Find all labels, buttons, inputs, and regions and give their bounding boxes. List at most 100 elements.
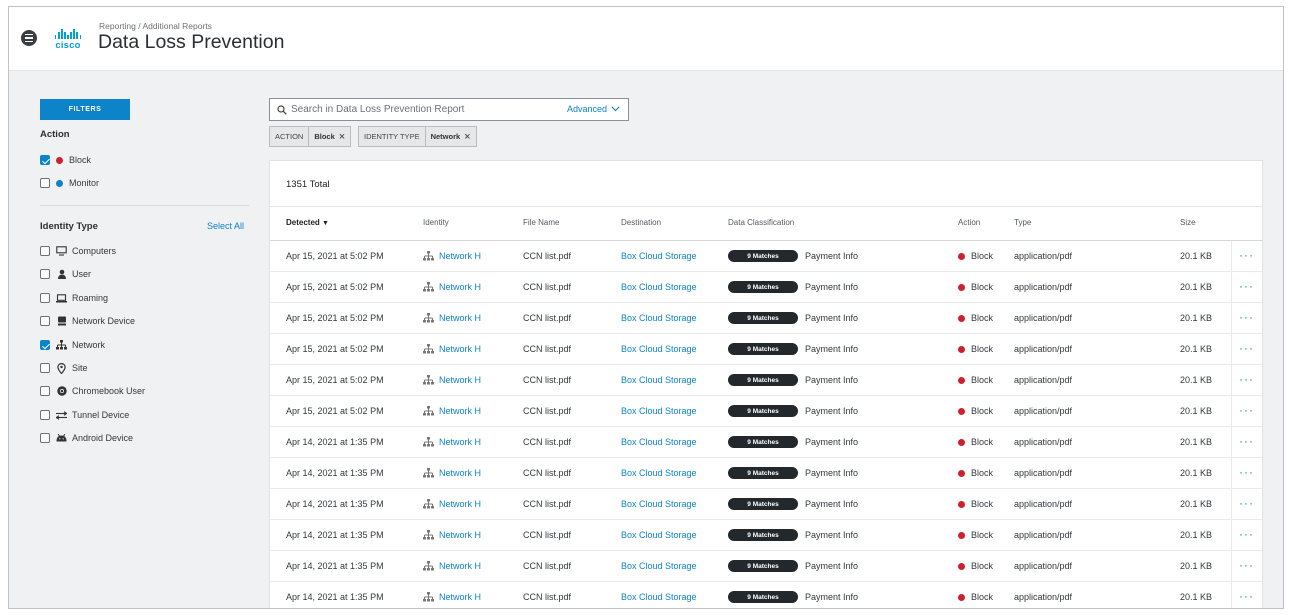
matches-badge[interactable]: 9 Matches bbox=[728, 436, 798, 448]
column-header-size[interactable]: Size bbox=[1180, 218, 1196, 227]
cell-identity-link[interactable]: Network H bbox=[423, 344, 481, 354]
cell-identity-link[interactable]: Network H bbox=[423, 282, 481, 292]
checkbox[interactable] bbox=[40, 316, 50, 326]
cell-destination-link[interactable]: Box Cloud Storage bbox=[621, 282, 697, 292]
hamburger-menu-icon[interactable] bbox=[21, 30, 37, 46]
close-icon[interactable]: × bbox=[464, 127, 475, 146]
identity-filter-android-device[interactable]: Android Device bbox=[40, 431, 133, 445]
checkbox[interactable] bbox=[40, 293, 50, 303]
matches-badge[interactable]: 9 Matches bbox=[728, 405, 798, 417]
checkbox[interactable] bbox=[40, 246, 50, 256]
cell-identity-link[interactable]: Network H bbox=[423, 592, 481, 602]
table-row[interactable]: Apr 15, 2021 at 5:02 PM Network H CCN list… bbox=[270, 334, 1262, 365]
table-row[interactable]: Apr 14, 2021 at 1:35 PM Network H CCN list… bbox=[270, 458, 1262, 489]
matches-badge[interactable]: 9 Matches bbox=[728, 560, 798, 572]
more-options-icon[interactable]: ··· bbox=[1239, 465, 1254, 479]
cell-identity-link[interactable]: Network H bbox=[423, 437, 481, 447]
cell-destination-link[interactable]: Box Cloud Storage bbox=[621, 530, 697, 540]
cell-destination-link[interactable]: Box Cloud Storage bbox=[621, 561, 697, 571]
more-options-icon[interactable]: ··· bbox=[1239, 248, 1254, 262]
more-options-icon[interactable]: ··· bbox=[1239, 403, 1254, 417]
matches-badge[interactable]: 9 Matches bbox=[728, 281, 798, 293]
checkbox[interactable] bbox=[40, 155, 50, 165]
identity-filter-network-device[interactable]: Network Device bbox=[40, 314, 135, 328]
filters-button[interactable]: FILTERS bbox=[40, 99, 130, 120]
table-row[interactable]: Apr 15, 2021 at 5:02 PM Network H CCN list… bbox=[270, 365, 1262, 396]
matches-badge[interactable]: 9 Matches bbox=[728, 312, 798, 324]
matches-badge[interactable]: 9 Matches bbox=[728, 529, 798, 541]
more-options-icon[interactable]: ··· bbox=[1239, 372, 1254, 386]
action-filter-block[interactable]: Block bbox=[40, 153, 91, 167]
search-input[interactable] bbox=[291, 104, 551, 115]
cell-identity-link[interactable]: Network H bbox=[423, 406, 481, 416]
checkbox[interactable] bbox=[40, 269, 50, 279]
table-row[interactable]: Apr 15, 2021 at 5:02 PM Network H CCN list… bbox=[270, 303, 1262, 334]
identity-filter-roaming[interactable]: Roaming bbox=[40, 291, 108, 305]
search-bar[interactable]: Advanced bbox=[269, 98, 629, 121]
cell-destination-link[interactable]: Box Cloud Storage bbox=[621, 251, 697, 261]
more-options-icon[interactable]: ··· bbox=[1239, 527, 1254, 541]
matches-badge[interactable]: 9 Matches bbox=[728, 250, 798, 262]
table-row[interactable]: Apr 14, 2021 at 1:35 PM Network H CCN list… bbox=[270, 582, 1262, 608]
column-header-identity[interactable]: Identity bbox=[423, 218, 449, 227]
cell-destination-link[interactable]: Box Cloud Storage bbox=[621, 437, 697, 447]
advanced-search-toggle[interactable]: Advanced bbox=[567, 104, 620, 114]
column-header-file-name[interactable]: File Name bbox=[523, 218, 559, 227]
cell-identity-link[interactable]: Network H bbox=[423, 251, 481, 261]
action-filter-monitor[interactable]: Monitor bbox=[40, 176, 99, 190]
checkbox[interactable] bbox=[40, 386, 50, 396]
identity-filter-chromebook-user[interactable]: Chromebook User bbox=[40, 384, 145, 398]
column-header-action[interactable]: Action bbox=[958, 218, 980, 227]
cell-identity-link[interactable]: Network H bbox=[423, 561, 481, 571]
table-row[interactable]: Apr 14, 2021 at 1:35 PM Network H CCN list… bbox=[270, 427, 1262, 458]
matches-badge[interactable]: 9 Matches bbox=[728, 591, 798, 603]
cell-destination-link[interactable]: Box Cloud Storage bbox=[621, 499, 697, 509]
cell-destination-link[interactable]: Box Cloud Storage bbox=[621, 592, 697, 602]
close-icon[interactable]: × bbox=[339, 127, 350, 146]
more-options-icon[interactable]: ··· bbox=[1239, 496, 1254, 510]
cell-destination-link[interactable]: Box Cloud Storage bbox=[621, 344, 697, 354]
classification-label: Payment Info bbox=[805, 561, 859, 571]
table-row[interactable]: Apr 15, 2021 at 5:02 PM Network H CCN list… bbox=[270, 272, 1262, 303]
select-all-link[interactable]: Select All bbox=[207, 221, 244, 231]
cell-identity-link[interactable]: Network H bbox=[423, 313, 481, 323]
identity-filter-network[interactable]: Network bbox=[40, 338, 105, 352]
more-options-icon[interactable]: ··· bbox=[1239, 279, 1254, 293]
table-row[interactable]: Apr 15, 2021 at 5:02 PM Network H CCN list… bbox=[270, 241, 1262, 272]
cell-destination-link[interactable]: Box Cloud Storage bbox=[621, 406, 697, 416]
cell-destination-link[interactable]: Box Cloud Storage bbox=[621, 313, 697, 323]
identity-filter-user[interactable]: User bbox=[40, 267, 91, 281]
matches-badge[interactable]: 9 Matches bbox=[728, 374, 798, 386]
matches-badge[interactable]: 9 Matches bbox=[728, 498, 798, 510]
checkbox[interactable] bbox=[40, 410, 50, 420]
breadcrumb[interactable]: Reporting / Additional Reports bbox=[99, 21, 212, 31]
cell-identity-link[interactable]: Network H bbox=[423, 499, 481, 509]
matches-badge[interactable]: 9 Matches bbox=[728, 343, 798, 355]
more-options-icon[interactable]: ··· bbox=[1239, 589, 1254, 603]
table-row[interactable]: Apr 15, 2021 at 5:02 PM Network H CCN list… bbox=[270, 396, 1262, 427]
matches-badge[interactable]: 9 Matches bbox=[728, 467, 798, 479]
cell-destination-link[interactable]: Box Cloud Storage bbox=[621, 468, 697, 478]
identity-filter-tunnel-device[interactable]: Tunnel Device bbox=[40, 408, 129, 422]
table-row[interactable]: Apr 14, 2021 at 1:35 PM Network H CCN list… bbox=[270, 489, 1262, 520]
checkbox[interactable] bbox=[40, 363, 50, 373]
more-options-icon[interactable]: ··· bbox=[1239, 558, 1254, 572]
cell-destination-link[interactable]: Box Cloud Storage bbox=[621, 375, 697, 385]
checkbox[interactable] bbox=[40, 433, 50, 443]
identity-filter-site[interactable]: Site bbox=[40, 361, 88, 375]
table-row[interactable]: Apr 14, 2021 at 1:35 PM Network H CCN list… bbox=[270, 520, 1262, 551]
cell-identity-link[interactable]: Network H bbox=[423, 530, 481, 540]
column-header-destination[interactable]: Destination bbox=[621, 218, 661, 227]
more-options-icon[interactable]: ··· bbox=[1239, 434, 1254, 448]
checkbox[interactable] bbox=[40, 178, 50, 188]
more-options-icon[interactable]: ··· bbox=[1239, 310, 1254, 324]
identity-filter-computers[interactable]: Computers bbox=[40, 244, 116, 258]
cell-identity-link[interactable]: Network H bbox=[423, 468, 481, 478]
column-header-type[interactable]: Type bbox=[1014, 218, 1031, 227]
column-header-data-classification[interactable]: Data Classification bbox=[728, 218, 794, 227]
cell-identity-link[interactable]: Network H bbox=[423, 375, 481, 385]
more-options-icon[interactable]: ··· bbox=[1239, 341, 1254, 355]
checkbox[interactable] bbox=[40, 340, 50, 350]
column-header-detected[interactable]: Detected ▼ bbox=[286, 218, 329, 227]
table-row[interactable]: Apr 14, 2021 at 1:35 PM Network H CCN list… bbox=[270, 551, 1262, 582]
